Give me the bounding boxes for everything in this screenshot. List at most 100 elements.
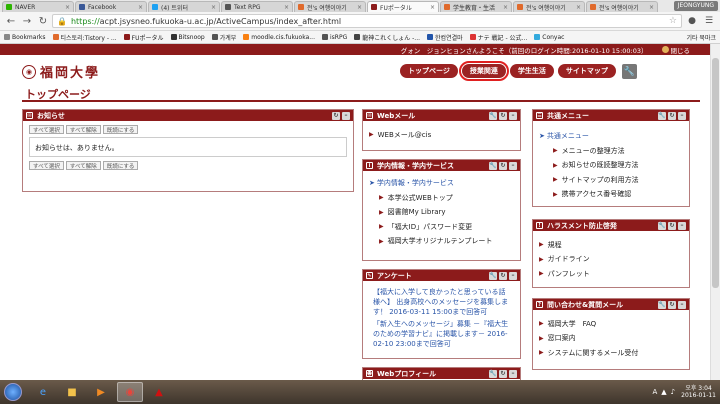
nav-top-page[interactable]: トップページ [400,64,458,78]
wrench-icon[interactable]: 🔧 [621,64,637,79]
bookmark-item[interactable]: FUポータル [123,33,164,42]
pdf-icon[interactable]: ▲ [146,382,172,402]
bookmark-item[interactable]: Bookmarks [4,34,46,41]
tab-close-icon[interactable]: × [649,4,654,11]
bookmark-item[interactable]: isRPG [322,34,347,41]
forward-icon[interactable]: → [20,14,34,28]
list-item[interactable]: ▶ ガイドライン [539,254,683,264]
wrench-icon[interactable]: 🔧 [658,221,666,230]
reload-icon[interactable]: ↻ [36,14,50,28]
refresh-icon[interactable]: ↻ [668,111,676,120]
page-scrollbar[interactable] [710,44,720,380]
tab-close-icon[interactable]: × [576,4,581,11]
url-input[interactable]: 🔒 https:// acpt.jsysneo.fukuoka-u.ac.jp/… [52,14,682,28]
browser-tab[interactable]: 전's 여행이야기 × [294,1,366,12]
minimize-icon[interactable]: – [342,111,350,120]
wrench-icon[interactable]: 🔧 [489,271,497,280]
volume-icon[interactable]: ♪ [671,388,675,396]
bookmark-item[interactable]: moodle.cis.fukuoka... [243,34,315,41]
tab-close-icon[interactable]: × [430,4,435,11]
list-item[interactable]: ▶ WEBメール@cis [369,130,514,140]
close-button[interactable]: 閉じる [661,45,690,55]
refresh-icon[interactable]: ↻ [499,161,507,170]
tab-close-icon[interactable]: × [65,4,70,11]
bookmark-item[interactable]: Conyac [534,34,564,41]
network-icon[interactable]: ▲ [661,388,666,396]
mark-read-button-bottom[interactable]: 既読にする [102,161,139,170]
tab-close-icon[interactable]: × [357,4,362,11]
minimize-icon[interactable]: – [678,111,686,120]
other-bookmarks[interactable]: 기타 북마크 [686,33,716,42]
list-item[interactable]: ▶ 窓口案内 [539,333,683,343]
browser-tab[interactable]: Text RPG × [221,1,293,12]
minimize-icon[interactable]: – [678,300,686,309]
mark-read-button[interactable]: 既読にする [102,125,139,134]
refresh-icon[interactable]: ↻ [499,111,507,120]
tab-close-icon[interactable]: × [284,4,289,11]
star-icon[interactable]: ☆ [669,16,677,26]
select-all-button-bottom[interactable]: すべて選択 [29,161,64,170]
refresh-icon[interactable]: ↻ [668,221,676,230]
list-item[interactable]: ▶ 図書館My Library [379,207,514,217]
bookmark-item[interactable]: 한컴연결마 [427,33,463,42]
list-item[interactable]: ▶ パンフレット [539,269,683,279]
folder-icon[interactable]: ■ [59,382,85,402]
clock[interactable]: 오후 3:04 2016-01-11 [681,385,716,399]
menu-icon[interactable]: ☰ [702,14,716,28]
profile-badge[interactable]: JEONGYUNG [673,1,718,11]
list-item[interactable]: ▶ 規程 [539,240,683,250]
wrench-icon[interactable]: 🔧 [658,111,666,120]
list-item[interactable]: ▶ 携帯アクセス番号確認 [553,189,683,199]
start-button[interactable] [4,383,22,401]
browser-tab[interactable]: FUポータル × [367,1,439,12]
wrench-icon[interactable]: 🔧 [489,161,497,170]
chrome-icon[interactable]: ◉ [117,382,143,402]
list-item[interactable]: ▶ 本学公式WEBトップ [379,193,514,203]
browser-tab[interactable]: Facebook × [75,1,147,12]
extension-icon[interactable]: ● [685,14,699,28]
browser-tab[interactable]: NAVER × [2,1,74,12]
list-item[interactable]: ▶ お知らせの既読整理方法 [553,160,683,170]
list-item[interactable]: ▶ 「福大ID」パスワード変更 [379,222,514,232]
refresh-icon[interactable]: ↻ [499,271,507,280]
lang-indicator[interactable]: A [652,388,657,396]
tab-close-icon[interactable]: × [211,4,216,11]
minimize-icon[interactable]: – [509,271,517,280]
browser-tab[interactable]: 전's 여행이야기 × [513,1,585,12]
nav-sitemap[interactable]: サイトマップ [557,64,616,78]
minimize-icon[interactable]: – [509,369,517,378]
minimize-icon[interactable]: – [509,161,517,170]
browser-tab[interactable]: 전's 여행이야기 × [586,1,658,12]
nav-student-life[interactable]: 学生生活 [509,64,554,78]
refresh-icon[interactable]: ↻ [499,369,507,378]
bookmark-item[interactable]: 가계부 [211,33,236,42]
browser-tab[interactable]: 学生教育・生活 × [440,1,512,12]
bookmark-item[interactable]: 龍神これくしょん -... [354,33,420,42]
ie-icon[interactable]: e [30,382,56,402]
common-group[interactable]: ➤ 共通メニュー [539,131,683,141]
refresh-icon[interactable]: ↻ [668,300,676,309]
bookmark-item[interactable]: Bitsnoop [170,34,205,41]
browser-tab[interactable]: (4) 트위터 × [148,1,220,12]
wrench-icon[interactable]: 🔧 [489,369,497,378]
media-icon[interactable]: ▶ [88,382,114,402]
minimize-icon[interactable]: – [509,111,517,120]
deselect-all-button-bottom[interactable]: すべて解除 [65,161,101,170]
scrollbar-thumb[interactable] [712,58,719,288]
wrench-icon[interactable]: 🔧 [489,111,497,120]
survey-link-2[interactable]: 「新入生へのメッセージ」募集 －『福大生のための学習ナビ』に掲載します－ 201… [369,317,514,349]
deselect-all-button[interactable]: すべて解除 [65,125,101,134]
back-icon[interactable]: ← [4,14,18,28]
bookmark-item[interactable]: ナテ 戦記 - 公式... [469,33,527,42]
university-logo[interactable]: ◉ 福岡大學 [22,62,100,81]
refresh-icon[interactable]: ↻ [332,111,340,120]
select-all-button[interactable]: すべて選択 [29,125,64,134]
tab-close-icon[interactable]: × [138,4,143,11]
list-item[interactable]: ▶ メニューの整理方法 [553,146,683,156]
minimize-icon[interactable]: – [678,221,686,230]
nav-classes[interactable]: 授業関連 [458,61,509,81]
list-item[interactable]: ▶ 福岡大学オリジナルテンプレート [379,236,514,246]
list-item[interactable]: ▶ システムに関するメール受付 [539,348,683,358]
wrench-icon[interactable]: 🔧 [658,300,666,309]
list-item[interactable]: ▶ サイトマップの利用方法 [553,175,683,185]
